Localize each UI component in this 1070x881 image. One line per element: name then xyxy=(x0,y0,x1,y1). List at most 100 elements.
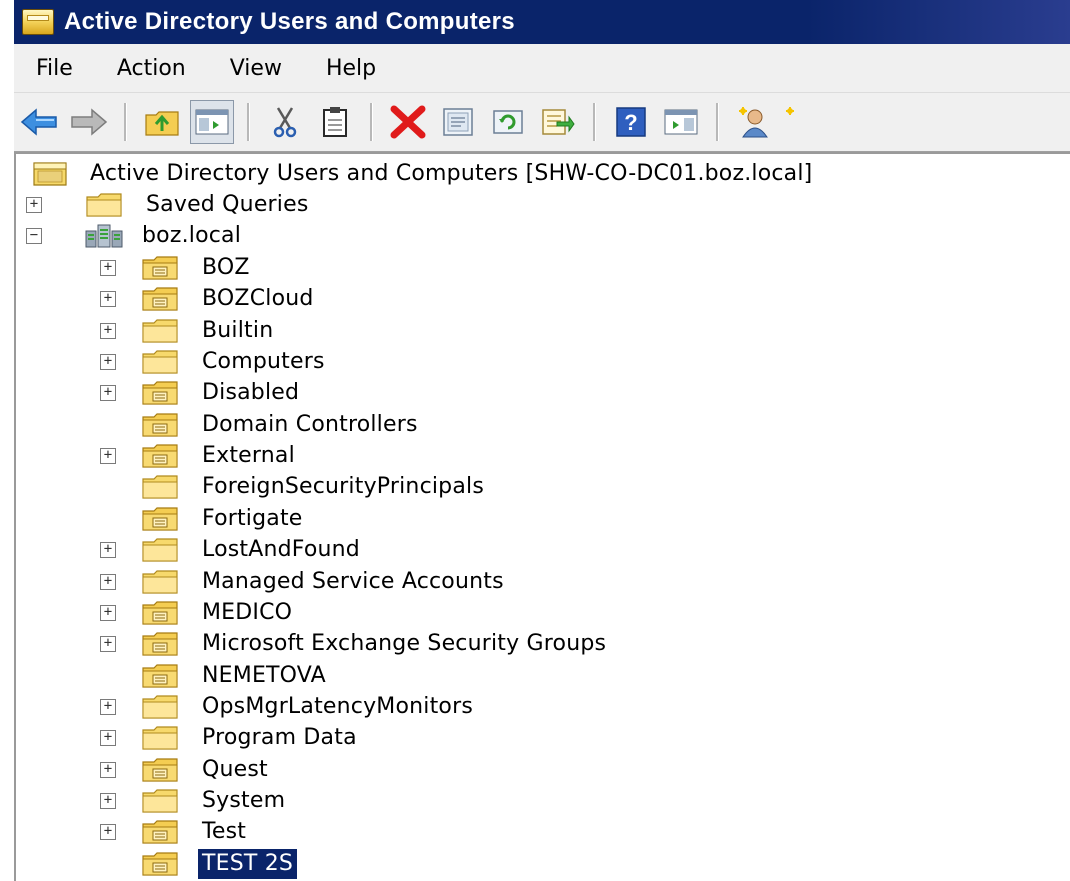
tree-item[interactable]: + OpsMgrLatencyMonitors xyxy=(16,691,1066,722)
expand-toggle[interactable]: + xyxy=(100,699,116,715)
console-tree[interactable]: Active Directory Users and Computers [SH… xyxy=(14,152,1070,881)
tree-root-label: Active Directory Users and Computers [SH… xyxy=(90,161,813,186)
expand-toggle[interactable]: + xyxy=(100,605,116,621)
tree-item-saved-queries[interactable]: + Saved Queries xyxy=(16,189,1066,220)
tree-item-label: Test xyxy=(202,819,247,844)
delete-button[interactable] xyxy=(386,100,430,144)
show-action-pane-button[interactable] xyxy=(659,100,703,144)
toolbar-separator xyxy=(370,103,373,141)
tree-item-label-selected: TEST 2S xyxy=(198,849,298,879)
show-hide-tree-button[interactable] xyxy=(190,100,234,144)
tree-item-domain[interactable]: − boz.local xyxy=(16,220,1066,251)
menu-help[interactable]: Help xyxy=(304,48,398,88)
tree-item[interactable]: + Quest xyxy=(16,754,1066,785)
tree-item[interactable]: + Computers xyxy=(16,346,1066,377)
ou-folder-icon xyxy=(142,256,178,280)
ou-folder-icon xyxy=(142,507,178,531)
folder-icon xyxy=(142,319,178,343)
properties-button[interactable] xyxy=(436,100,480,144)
paste-button[interactable] xyxy=(313,100,357,144)
tree-item-label: Managed Service Accounts xyxy=(202,569,504,594)
tree-item[interactable]: + BOZCloud xyxy=(16,283,1066,314)
forward-icon xyxy=(71,108,108,136)
partial-icon xyxy=(786,107,794,115)
tree-item-label: MEDICO xyxy=(202,600,293,625)
expand-toggle[interactable]: + xyxy=(100,793,116,809)
expand-toggle[interactable]: + xyxy=(26,197,42,213)
tree-item[interactable]: TEST 2S xyxy=(16,848,1066,879)
tree-item[interactable]: NEMETOVA xyxy=(16,660,1066,691)
tree-item[interactable]: + Microsoft Exchange Security Groups xyxy=(16,628,1066,659)
tree-item[interactable]: Fortigate xyxy=(16,503,1066,534)
help-button[interactable]: ? xyxy=(609,100,653,144)
collapse-toggle[interactable]: − xyxy=(26,228,42,244)
svg-text:?: ? xyxy=(624,110,637,135)
folder-icon xyxy=(142,570,178,594)
tree-item[interactable]: + Disabled xyxy=(16,377,1066,408)
new-user-button[interactable] xyxy=(732,100,776,144)
tree-item[interactable]: + Program Data xyxy=(16,722,1066,753)
forward-button[interactable] xyxy=(67,100,111,144)
tree-item-label: boz.local xyxy=(142,223,242,248)
expand-toggle[interactable]: + xyxy=(100,354,116,370)
refresh-icon xyxy=(493,110,523,134)
toolbar-separator xyxy=(247,103,250,141)
up-folder-button[interactable] xyxy=(140,100,184,144)
export-list-button[interactable] xyxy=(536,100,580,144)
folder-icon xyxy=(142,726,178,750)
toolbar-separator xyxy=(124,103,127,141)
menu-view[interactable]: View xyxy=(208,48,304,88)
menu-action[interactable]: Action xyxy=(95,48,208,88)
tree-item-label: BOZ xyxy=(202,255,250,280)
paste-icon xyxy=(323,107,347,137)
tree-item[interactable]: + System xyxy=(16,785,1066,816)
refresh-button[interactable] xyxy=(486,100,530,144)
expand-toggle[interactable]: + xyxy=(100,385,116,401)
folder-icon xyxy=(142,789,178,813)
cut-button[interactable] xyxy=(263,100,307,144)
tree-item[interactable]: + Builtin xyxy=(16,315,1066,346)
ou-folder-icon xyxy=(142,287,178,311)
toolbar-separator xyxy=(593,103,596,141)
show-hide-tree-icon xyxy=(195,109,229,135)
toolbar: ? xyxy=(14,93,1070,152)
new-user-button-partial[interactable] xyxy=(782,100,802,144)
tree-item-label: Microsoft Exchange Security Groups xyxy=(202,631,607,656)
expand-toggle[interactable]: + xyxy=(100,824,116,840)
tree-item-label: Disabled xyxy=(202,380,300,405)
tree-item[interactable]: + Test xyxy=(16,816,1066,847)
cut-icon xyxy=(273,107,297,138)
expand-toggle[interactable]: + xyxy=(100,762,116,778)
tree-item[interactable]: Domain Controllers xyxy=(16,409,1066,440)
expand-toggle[interactable]: + xyxy=(100,260,116,276)
tree-item-label: Saved Queries xyxy=(146,192,309,217)
ou-folder-icon xyxy=(142,413,178,437)
expand-toggle[interactable]: + xyxy=(100,323,116,339)
tree-item[interactable]: + LostAndFound xyxy=(16,534,1066,565)
tree-item[interactable]: + BOZ xyxy=(16,252,1066,283)
tree-item-label: ForeignSecurityPrincipals xyxy=(202,474,484,499)
folder-icon xyxy=(86,193,122,217)
expand-toggle[interactable]: + xyxy=(100,574,116,590)
expand-toggle[interactable]: + xyxy=(100,542,116,558)
tree-root[interactable]: Active Directory Users and Computers [SH… xyxy=(16,158,1066,189)
expand-toggle[interactable]: + xyxy=(100,730,116,746)
expand-toggle[interactable]: + xyxy=(100,636,116,652)
domain-icon xyxy=(85,224,123,248)
tree-item-label: NEMETOVA xyxy=(202,663,326,688)
tree-item[interactable]: ForeignSecurityPrincipals xyxy=(16,471,1066,502)
tree-item-label: Builtin xyxy=(202,318,274,343)
tree-item[interactable]: + Managed Service Accounts xyxy=(16,566,1066,597)
tree-item[interactable]: + External xyxy=(16,440,1066,471)
expand-toggle[interactable]: + xyxy=(100,448,116,464)
menu-file[interactable]: File xyxy=(14,48,95,88)
tree-item-label: LostAndFound xyxy=(202,537,360,562)
tree-item-label: Fortigate xyxy=(202,506,303,531)
tree-item[interactable]: + MEDICO xyxy=(16,597,1066,628)
title-bar[interactable]: Active Directory Users and Computers xyxy=(14,0,1070,44)
tree-item-label: BOZCloud xyxy=(202,286,314,311)
tree-item-label: Computers xyxy=(202,349,325,374)
back-button[interactable] xyxy=(17,100,61,144)
expand-toggle[interactable]: + xyxy=(100,291,116,307)
tree-item-label: System xyxy=(202,788,286,813)
